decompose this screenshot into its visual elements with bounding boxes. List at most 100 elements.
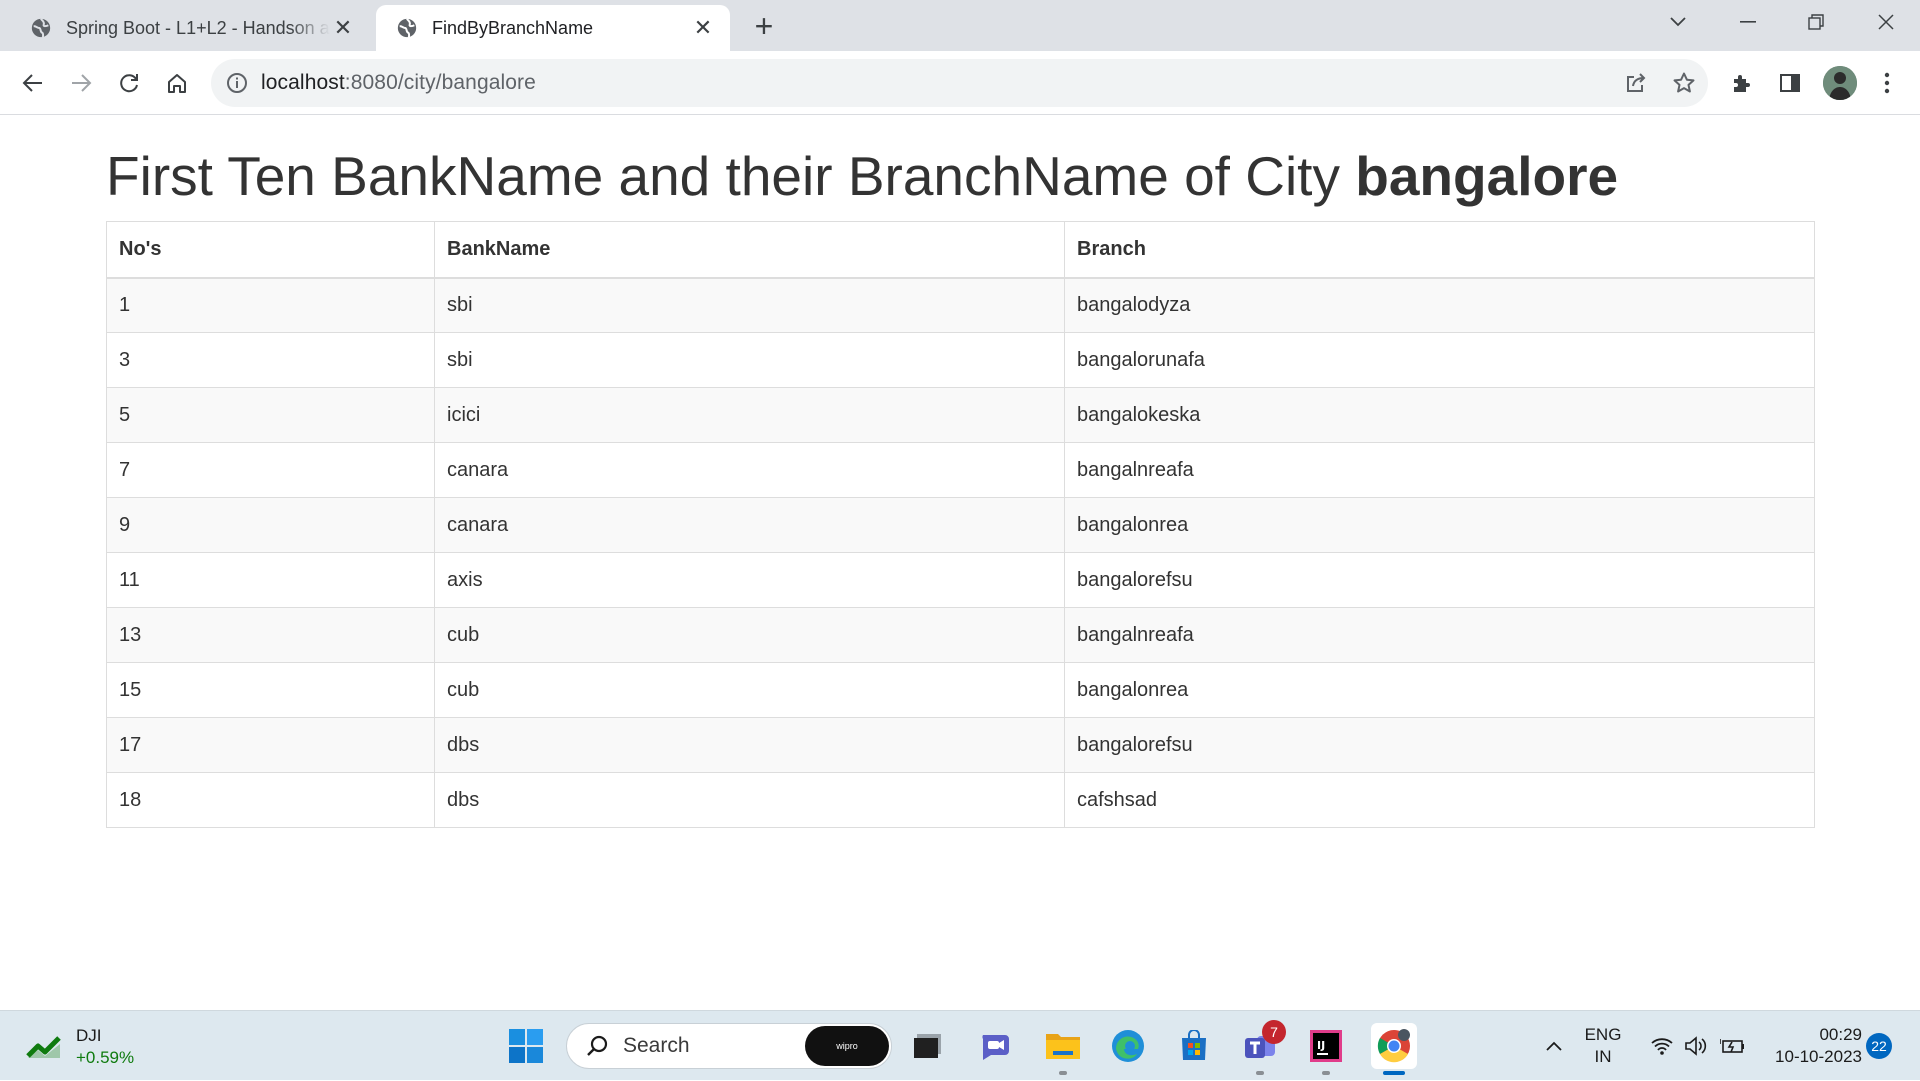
cell-branch: bangalokeska	[1064, 387, 1815, 443]
stock-name: DJI	[76, 1026, 102, 1045]
search-icon	[587, 1035, 608, 1056]
table-row: 7 canara bangalnreafa	[106, 442, 1815, 498]
taskbar-search-box[interactable]: Search wipro	[566, 1023, 892, 1069]
cell-branch: bangalnreafa	[1064, 442, 1815, 498]
cell-branch: bangalorefsu	[1064, 717, 1815, 773]
active-app-indicator	[1383, 1071, 1405, 1075]
volume-icon[interactable]	[1680, 1011, 1712, 1081]
new-tab-button[interactable]: +	[748, 8, 780, 44]
cell-bankname: dbs	[434, 717, 1065, 773]
bank-branch-table: No's BankName Branch 1 sbi bangalodyza 3 sb…	[106, 221, 1815, 828]
reload-icon[interactable]	[109, 63, 149, 103]
table-row: 1 sbi bangalodyza	[106, 277, 1815, 333]
table-row: 11 axis bangalorefsu	[106, 552, 1815, 608]
cell-no: 1	[106, 277, 435, 333]
forward-arrow-icon[interactable]	[61, 63, 101, 103]
intellij-icon[interactable]: IJ	[1306, 1026, 1346, 1066]
language-indicator[interactable]: ENG IN	[1578, 1011, 1628, 1081]
teams-icon[interactable]: 7	[1240, 1020, 1286, 1066]
tab-strip: Spring Boot - L1+L2 - Handson a ✕ FindBy…	[0, 0, 1920, 51]
url-host: localhost	[261, 71, 345, 94]
running-indicator	[1322, 1071, 1330, 1075]
table-row: 15 cub bangalonrea	[106, 662, 1815, 718]
search-highlight-badge: wipro	[805, 1026, 889, 1066]
back-arrow-icon[interactable]	[13, 63, 53, 103]
cell-bankname: canara	[434, 442, 1065, 498]
page-title-prefix: First Ten BankName and their BranchName …	[106, 145, 1356, 207]
cell-bankname: sbi	[434, 277, 1065, 333]
table-row: 18 dbs cafshsad	[106, 772, 1815, 828]
tab-title: Spring Boot - L1+L2 - Handson a	[66, 17, 330, 38]
home-icon[interactable]	[157, 63, 197, 103]
browser-toolbar: localhost:8080/city/bangalore	[0, 51, 1920, 115]
windows-start-icon[interactable]	[506, 1026, 546, 1066]
cell-branch: bangalonrea	[1064, 662, 1815, 718]
clock[interactable]: 00:29 10-10-2023	[1764, 1011, 1862, 1081]
cell-bankname: sbi	[434, 332, 1065, 388]
cell-branch: cafshsad	[1064, 772, 1815, 828]
cell-no: 11	[106, 552, 435, 608]
cell-no: 5	[106, 387, 435, 443]
cell-bankname: axis	[434, 552, 1065, 608]
page-title-city: bangalore	[1355, 145, 1619, 207]
share-icon[interactable]	[1616, 63, 1656, 103]
stock-widget[interactable]: DJI +0.59%	[26, 1025, 134, 1069]
cell-bankname: cub	[434, 662, 1065, 718]
cell-branch: bangalonrea	[1064, 497, 1815, 553]
cell-branch: bangalnreafa	[1064, 607, 1815, 663]
clock-time: 00:29	[1819, 1025, 1862, 1044]
chat-icon[interactable]	[976, 1026, 1016, 1066]
show-hidden-icons-chevron[interactable]	[1536, 1011, 1572, 1081]
extensions-puzzle-icon[interactable]	[1722, 63, 1762, 103]
cell-bankname: cub	[434, 607, 1065, 663]
close-tab-icon[interactable]: ✕	[690, 15, 716, 41]
clock-date: 10-10-2023	[1775, 1047, 1862, 1066]
edge-browser-icon[interactable]	[1108, 1026, 1148, 1066]
profile-avatar[interactable]	[1823, 66, 1857, 100]
chrome-menu-icon[interactable]	[1867, 63, 1907, 103]
site-info-icon[interactable]	[225, 71, 249, 95]
task-view-icon[interactable]	[908, 1026, 948, 1066]
windows-taskbar: DJI +0.59% Search wipro 7 IJ ENG IN 00:2…	[0, 1010, 1920, 1080]
tab-spring-boot[interactable]: Spring Boot - L1+L2 - Handson a ✕	[10, 5, 370, 51]
table-row: 9 canara bangalonrea	[106, 497, 1815, 553]
close-window-icon[interactable]	[1858, 0, 1914, 44]
cell-no: 13	[106, 607, 435, 663]
cell-branch: bangalorunafa	[1064, 332, 1815, 388]
chrome-icon[interactable]	[1371, 1023, 1417, 1069]
cell-no: 7	[106, 442, 435, 498]
cell-no: 17	[106, 717, 435, 773]
file-explorer-icon[interactable]	[1043, 1026, 1083, 1066]
region-code: IN	[1594, 1047, 1612, 1066]
running-indicator	[1059, 1071, 1067, 1075]
stock-change: +0.59%	[76, 1048, 135, 1067]
table-row: 17 dbs bangalorefsu	[106, 717, 1815, 773]
column-header-no: No's	[106, 221, 435, 279]
column-header-bankname: BankName	[434, 221, 1065, 279]
cell-no: 3	[106, 332, 435, 388]
close-tab-icon[interactable]: ✕	[330, 15, 356, 41]
wifi-icon[interactable]	[1646, 1011, 1678, 1081]
table-row: 3 sbi bangalorunafa	[106, 332, 1815, 388]
search-label: Search	[623, 1034, 690, 1057]
tab-search-chevron-icon[interactable]	[1650, 0, 1706, 44]
cell-no: 9	[106, 497, 435, 553]
minimize-icon[interactable]	[1720, 0, 1776, 44]
table-row: 5 icici bangalokeska	[106, 387, 1815, 443]
column-header-branch: Branch	[1064, 221, 1815, 279]
table-row: 13 cub bangalnreafa	[106, 607, 1815, 663]
url-text[interactable]: localhost:8080/city/bangalore	[261, 71, 536, 95]
bookmark-star-icon[interactable]	[1664, 63, 1704, 103]
tab-find-by-branch-name[interactable]: FindByBranchName ✕	[376, 5, 730, 51]
cell-bankname: dbs	[434, 772, 1065, 828]
side-panel-icon[interactable]	[1770, 63, 1810, 103]
battery-icon[interactable]	[1716, 1011, 1750, 1081]
page-content: First Ten BankName and their BranchName …	[0, 116, 1920, 1010]
cell-bankname: icici	[434, 387, 1065, 443]
notification-count-badge[interactable]: 22	[1866, 1033, 1892, 1059]
microsoft-store-icon[interactable]	[1174, 1026, 1214, 1066]
address-bar[interactable]: localhost:8080/city/bangalore	[211, 59, 1708, 107]
svg-text:IJ: IJ	[1317, 1039, 1325, 1052]
teams-badge: 7	[1262, 1020, 1286, 1044]
restore-icon[interactable]	[1788, 0, 1844, 44]
